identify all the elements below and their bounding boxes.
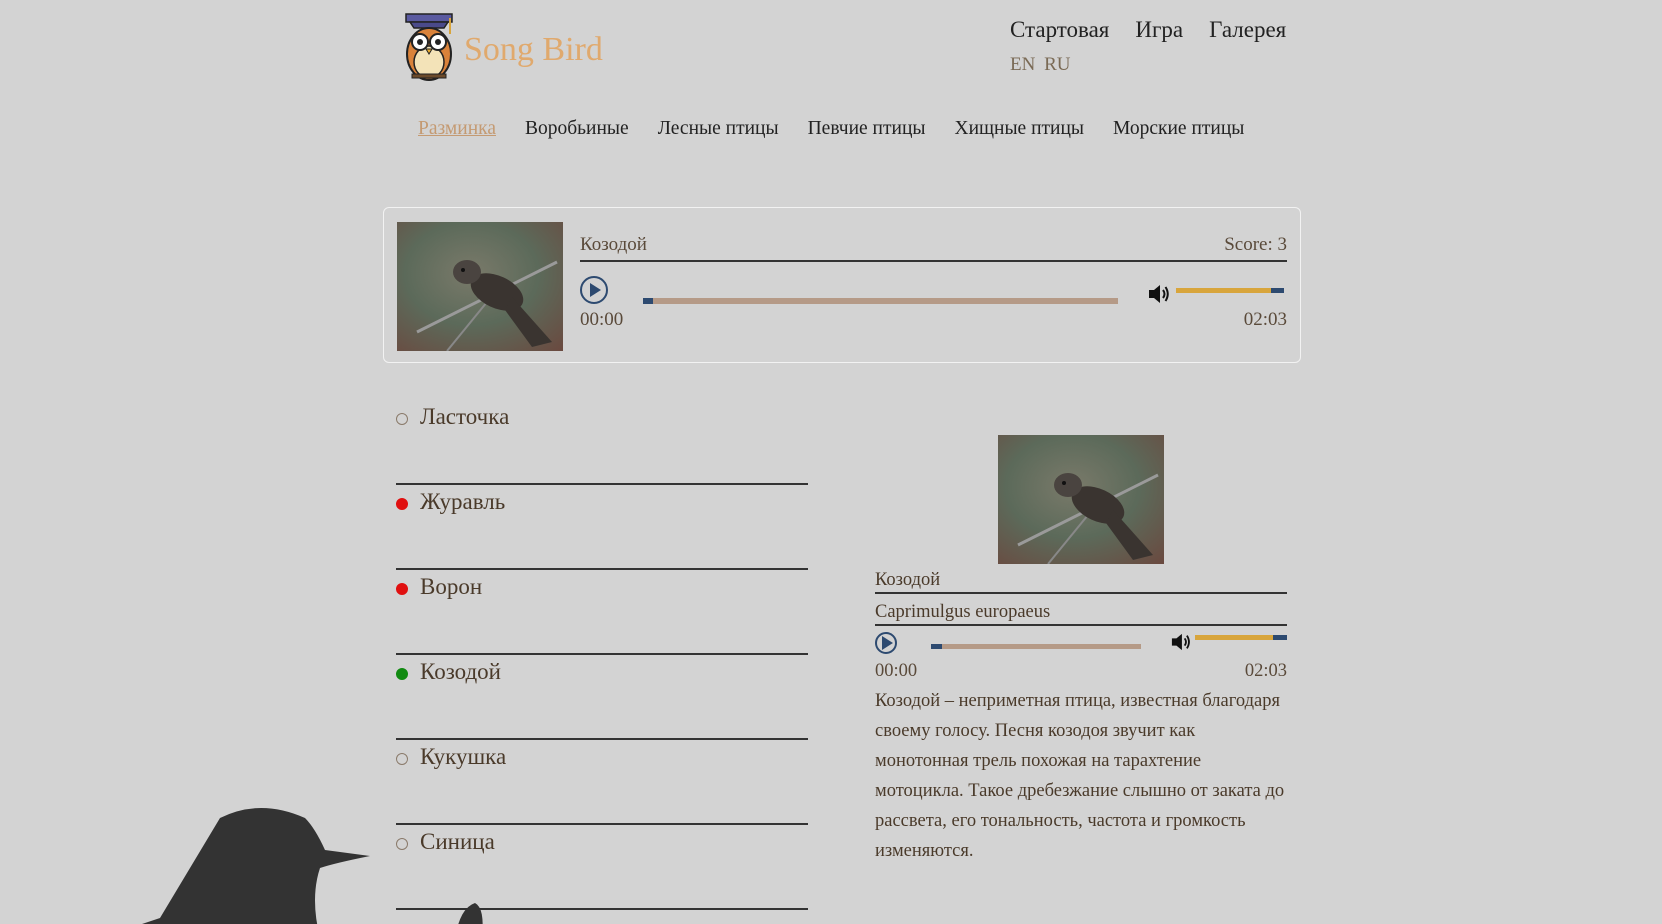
answer-option-3[interactable]: Ворон [396,570,808,655]
answer-status-dot [396,753,408,765]
play-icon[interactable] [875,632,897,654]
question-title-row: Козодой Score: 3 [580,234,1287,262]
answer-status-dot [396,498,408,510]
question-duration: 02:03 [1243,309,1287,330]
volume-icon[interactable] [1147,283,1171,305]
category-passerines[interactable]: Воробьиные [525,118,629,140]
answer-label: Козодой [420,659,501,684]
answer-option-1[interactable]: Ласточка [396,400,808,485]
question-progress-fill [643,298,653,304]
category-predators[interactable]: Хищные птицы [954,118,1084,140]
question-card: Козодой Score: 3 00:00 02:03 [383,207,1301,363]
answer-status-dot [396,413,408,425]
question-body: Козодой Score: 3 00:00 02:03 [580,234,1287,330]
info-current-time: 00:00 [875,661,918,681]
answer-option-4[interactable]: Козодой [396,655,808,740]
bird-info-panel: Козодой Caprimulgus europaeus 00:00 02:0… [875,435,1287,866]
info-volume-bar[interactable] [1195,635,1287,640]
nav-gallery[interactable]: Галерея [1209,17,1286,43]
bird-silhouette-icon [142,808,483,924]
nav-game[interactable]: Игра [1135,17,1183,43]
category-songbirds[interactable]: Певчие птицы [808,118,926,140]
language-switcher: EN RU [1010,54,1074,76]
answer-status-dot [396,668,408,680]
score-label: Score: 3 [1224,234,1287,255]
volume-icon[interactable] [1170,632,1192,652]
play-icon[interactable] [580,276,608,304]
brand-title: Song Bird [464,31,603,68]
answer-label: Ворон [420,574,483,599]
nav-home[interactable]: Стартовая [1010,17,1109,43]
category-warmup[interactable]: Разминка [418,118,496,140]
answer-label: Кукушка [420,744,507,769]
answer-status-dot [396,583,408,595]
question-current-time: 00:00 [580,309,624,330]
answer-option-2[interactable]: Журавль [396,485,808,570]
bird-info-name: Козодой [875,564,1287,594]
lang-ru[interactable]: RU [1044,54,1070,75]
info-volume-fill [1195,635,1274,640]
bird-info-photo [998,435,1164,564]
owl-graduate-icon [405,13,453,81]
question-volume-fill [1176,288,1272,293]
bird-info-latin: Caprimulgus europaeus [875,594,1287,626]
answer-label: Ласточка [420,404,510,429]
question-audio-player: 00:00 02:03 [580,262,1287,330]
answer-label: Журавль [420,489,506,514]
logo[interactable]: Song Bird [402,12,603,82]
top-nav: Стартовая Игра Галерея [1010,17,1286,43]
info-progress-fill [931,644,942,649]
info-progress-bar[interactable] [931,644,1141,649]
info-audio-player: 00:00 02:03 [875,626,1287,686]
bird-info-description: Козодой – неприметная птица, известная б… [875,691,1285,861]
info-duration: 02:03 [1244,661,1287,681]
question-bird-name: Козодой [580,234,647,255]
category-seabirds[interactable]: Морские птицы [1113,118,1244,140]
question-progress-bar[interactable] [643,298,1118,304]
category-forest-birds[interactable]: Лесные птицы [658,118,779,140]
question-volume-bar[interactable] [1176,288,1284,293]
lang-en[interactable]: EN [1010,54,1035,75]
category-nav: Разминка Воробьиные Лесные птицы Певчие … [418,118,1244,140]
bird-photo [397,222,563,351]
